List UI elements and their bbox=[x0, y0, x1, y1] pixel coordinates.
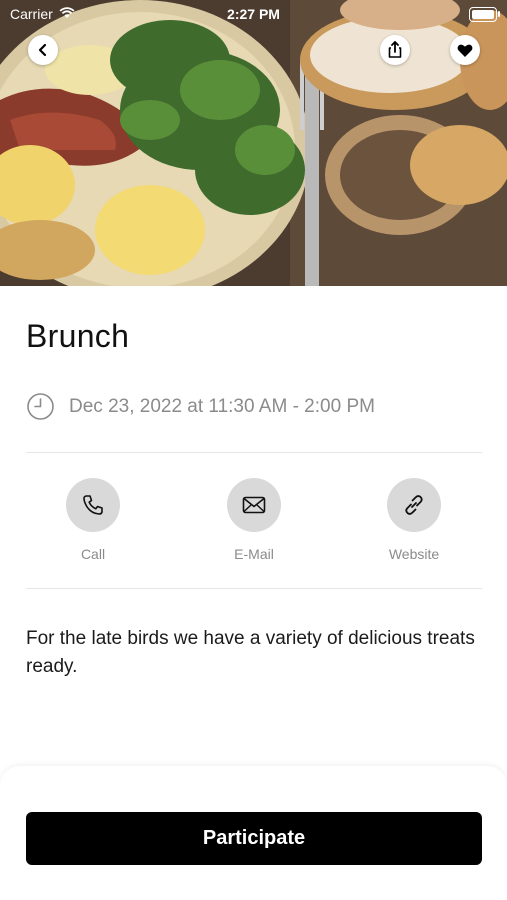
call-action[interactable]: Call bbox=[33, 478, 153, 562]
email-action[interactable]: E-Mail bbox=[194, 478, 314, 562]
event-datetime-row: Dec 23, 2022 at 11:30 AM - 2:00 PM bbox=[26, 392, 375, 421]
status-time: 2:27 PM bbox=[227, 6, 280, 22]
hero-image bbox=[0, 0, 507, 286]
heart-icon bbox=[457, 44, 473, 57]
divider-top bbox=[26, 452, 482, 453]
email-label: E-Mail bbox=[234, 546, 274, 562]
website-action[interactable]: Website bbox=[354, 478, 474, 562]
call-button[interactable] bbox=[66, 478, 120, 532]
event-description: For the late birds we have a variety of … bbox=[26, 628, 475, 677]
call-label: Call bbox=[80, 546, 106, 562]
event-datetime: Dec 23, 2022 at 11:30 AM - 2:00 PM bbox=[69, 395, 375, 417]
participate-button[interactable]: Participate bbox=[26, 812, 482, 865]
back-button[interactable] bbox=[28, 35, 58, 65]
email-button[interactable] bbox=[227, 478, 281, 532]
clock-icon bbox=[27, 393, 54, 420]
favorite-button[interactable] bbox=[450, 35, 480, 65]
contact-actions: Call E-Mail Website bbox=[26, 478, 482, 574]
share-icon bbox=[388, 41, 402, 58]
event-detail-screen: Carrier 2:27 PM Brunch Dec 23, 2022 at 1… bbox=[0, 0, 507, 900]
link-icon bbox=[405, 495, 423, 515]
event-title: Brunch bbox=[26, 318, 130, 354]
website-button[interactable] bbox=[387, 478, 441, 532]
website-label: Website bbox=[388, 546, 440, 562]
share-button[interactable] bbox=[380, 35, 410, 65]
food-photo bbox=[0, 0, 507, 286]
phone-icon bbox=[83, 495, 103, 515]
status-bar: Carrier 2:27 PM bbox=[0, 0, 507, 30]
envelope-icon bbox=[242, 496, 266, 514]
back-icon bbox=[38, 43, 47, 57]
divider-bottom bbox=[26, 588, 482, 589]
battery-icon bbox=[469, 7, 500, 22]
